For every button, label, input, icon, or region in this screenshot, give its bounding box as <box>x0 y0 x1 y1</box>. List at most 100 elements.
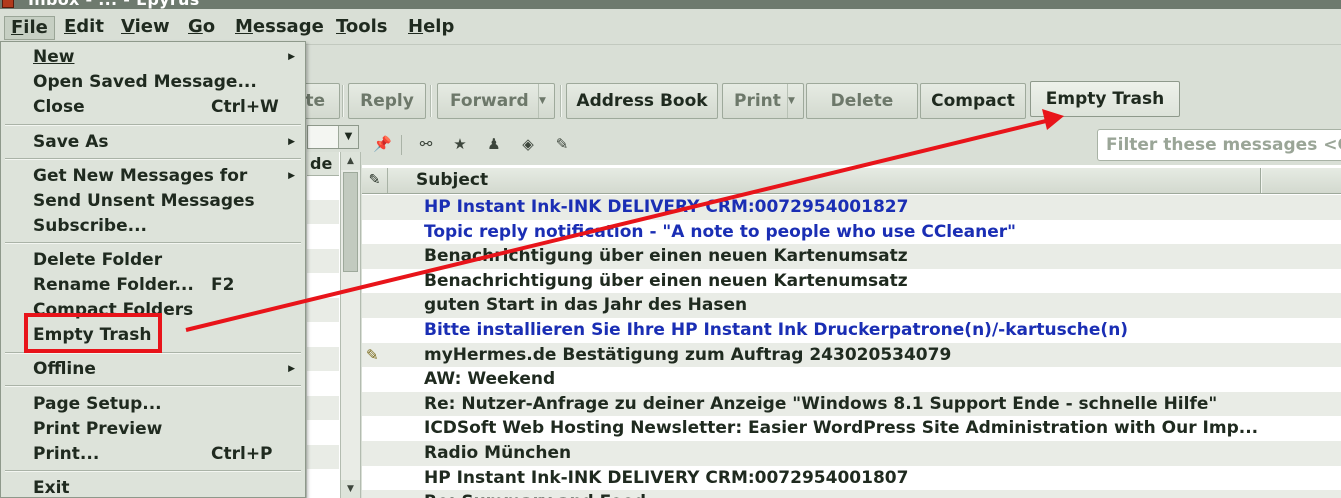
folder-pane: de ▲ ▼ <box>307 152 361 498</box>
message-row[interactable]: Benachrichtigung über einen neuen Karten… <box>362 269 1341 294</box>
folder-row[interactable] <box>307 298 339 322</box>
menu-item-close[interactable]: Close Ctrl+W <box>1 95 305 120</box>
message-row[interactable]: Bitte installieren Sie Ihre HP Instant I… <box>362 318 1341 343</box>
message-subject: Topic reply notification - "A note to pe… <box>424 221 1016 242</box>
menu-go-access: G <box>188 16 203 37</box>
message-subject: ICDSoft Web Hosting Newsletter: Easier W… <box>424 418 1259 439</box>
folder-row[interactable] <box>307 200 339 224</box>
scroll-down-icon[interactable]: ▼ <box>341 480 360 498</box>
menu-item-save-as-label: Save As <box>33 132 109 152</box>
scroll-thumb[interactable] <box>343 172 358 272</box>
message-row[interactable]: guten Start in das Jahr des Hasen <box>362 293 1341 318</box>
menu-file-rest: ile <box>23 17 48 38</box>
message-subject: Benachrichtigung über einen neuen Karten… <box>424 270 908 291</box>
menu-tools-access: T <box>336 16 346 37</box>
quick-filter-bar: ▼ 📌 ⚯ ★ ♟ ◈ ✎ <box>307 125 1341 165</box>
print-button[interactable]: Print ▼ <box>722 83 804 119</box>
file-menu: New ▶ Open Saved Message... Close Ctrl+W S… <box>0 41 306 498</box>
message-row[interactable]: HP Instant Ink-INK DELIVERY CRM:00729540… <box>362 195 1341 220</box>
menu-item-send-unsent[interactable]: Send Unsent Messages <box>1 189 305 214</box>
scroll-up-icon[interactable]: ▲ <box>341 152 360 170</box>
menu-item-print-preview[interactable]: Print Preview <box>1 417 305 442</box>
contact-icon[interactable]: ♟ <box>485 135 503 153</box>
tag-icon[interactable]: ◈ <box>519 135 537 153</box>
folder-row[interactable] <box>307 445 339 469</box>
menu-item-new-label: New <box>33 47 75 67</box>
column-separator[interactable] <box>1260 168 1262 193</box>
menu-item-print[interactable]: Print... Ctrl+P <box>1 442 305 467</box>
attachment-filter-icon[interactable]: ✎ <box>553 135 571 153</box>
folder-row[interactable] <box>307 347 339 371</box>
message-row[interactable]: HP Instant Ink-INK DELIVERY CRM:00729540… <box>362 466 1341 491</box>
address-book-button[interactable]: Address Book <box>566 83 718 119</box>
menu-item-rename-folder[interactable]: Rename Folder... F2 <box>1 273 305 298</box>
message-row[interactable]: Re: Nutzer-Anfrage zu deiner Anzeige "Wi… <box>362 391 1341 417</box>
menu-help[interactable]: Help <box>402 16 460 40</box>
filter-messages-input[interactable] <box>1097 129 1341 161</box>
menu-item-print-preview-label: Print Preview <box>33 419 163 439</box>
menu-item-delete-folder-label: Delete Folder <box>33 250 163 270</box>
folder-header-label: de <box>310 154 333 173</box>
empty-trash-button[interactable]: Empty Trash <box>1030 81 1180 117</box>
menu-item-exit[interactable]: Exit <box>1 476 305 498</box>
menu-item-page-setup[interactable]: Page Setup... <box>1 392 305 417</box>
reply-button[interactable]: Reply <box>348 83 426 119</box>
message-row[interactable]: Topic reply notification - "A note to pe… <box>362 220 1341 245</box>
menu-item-subscribe[interactable]: Subscribe... <box>1 214 305 239</box>
attachment-column-icon[interactable]: ✎ <box>362 168 388 193</box>
folder-scrollbar[interactable]: ▲ ▼ <box>340 152 360 498</box>
menubar: File Edit View Go Message Tools Help <box>0 9 1341 45</box>
menu-item-save-as[interactable]: Save As ▶ <box>1 130 305 155</box>
message-row[interactable]: Re: Summary and Food <box>362 490 1341 498</box>
menu-separator <box>5 242 301 244</box>
menu-item-offline-label: Offline <box>33 359 96 379</box>
message-row[interactable]: AW: Weekend <box>362 367 1341 392</box>
forward-button[interactable]: Forward ▼ <box>437 83 555 119</box>
title-bar: Inbox - ... - Epyrus <box>0 0 1341 9</box>
menu-item-get-new-messages[interactable]: Get New Messages for ▶ <box>1 164 305 189</box>
annotation-highlight-box <box>24 313 162 353</box>
pin-icon[interactable]: 📌 <box>373 135 392 153</box>
submenu-arrow-icon: ▶ <box>288 137 295 147</box>
menu-file[interactable]: File <box>4 16 55 40</box>
forward-label: Forward <box>450 91 529 111</box>
message-subject: HP Instant Ink-INK DELIVERY CRM:00729540… <box>424 197 909 217</box>
menu-go-rest: o <box>202 16 216 37</box>
message-list: ✎ Subject HP Instant Ink-INK DELIVERY CR… <box>362 165 1341 498</box>
subject-column-header[interactable]: Subject <box>416 168 488 193</box>
folder-row[interactable] <box>307 249 339 273</box>
unread-glasses-icon[interactable]: ⚯ <box>417 135 435 153</box>
menu-item-delete-folder[interactable]: Delete Folder <box>1 248 305 273</box>
folder-view-select[interactable]: ▼ <box>307 125 359 149</box>
folder-column-header[interactable]: de <box>307 152 339 176</box>
folder-row[interactable] <box>307 396 339 420</box>
message-subject: Bitte installieren Sie Ihre HP Instant I… <box>424 320 1129 340</box>
message-row[interactable]: ICDSoft Web Hosting Newsletter: Easier W… <box>362 416 1341 441</box>
menu-view[interactable]: View <box>115 16 176 40</box>
forward-dropdown-icon[interactable]: ▼ <box>538 84 552 118</box>
menu-go[interactable]: Go <box>182 16 221 40</box>
menu-edit[interactable]: Edit <box>58 16 110 40</box>
menu-tools[interactable]: Tools <box>330 16 394 40</box>
message-list-header: ✎ Subject <box>362 168 1341 194</box>
message-subject: AW: Weekend <box>424 369 556 390</box>
delete-button[interactable]: Delete <box>806 83 918 119</box>
menu-help-access: H <box>408 16 424 37</box>
menu-item-offline[interactable]: Offline ▶ <box>1 357 305 382</box>
message-row[interactable]: Benachrichtigung über einen neuen Karten… <box>362 244 1341 269</box>
menu-item-new[interactable]: New ▶ <box>1 45 305 70</box>
menu-item-open-saved-message[interactable]: Open Saved Message... <box>1 70 305 95</box>
message-row[interactable]: ✎ myHermes.de Bestätigung zum Auftrag 243… <box>362 342 1341 368</box>
star-icon[interactable]: ★ <box>451 135 469 153</box>
menu-item-exit-label: Exit <box>33 478 70 498</box>
menu-message[interactable]: Message <box>229 16 330 40</box>
print-dropdown-icon[interactable]: ▼ <box>787 84 801 118</box>
menu-tools-rest: ools <box>345 16 388 37</box>
menu-item-send-unsent-label: Send Unsent Messages <box>33 191 255 211</box>
compact-button[interactable]: Compact <box>920 83 1026 119</box>
menu-item-get-new-label: Get New Messages for <box>33 166 248 186</box>
toolbar-separator <box>430 85 432 117</box>
chevron-down-icon[interactable]: ▼ <box>338 126 358 148</box>
print-label: Print <box>734 91 781 111</box>
message-row[interactable]: Radio München <box>362 441 1341 466</box>
